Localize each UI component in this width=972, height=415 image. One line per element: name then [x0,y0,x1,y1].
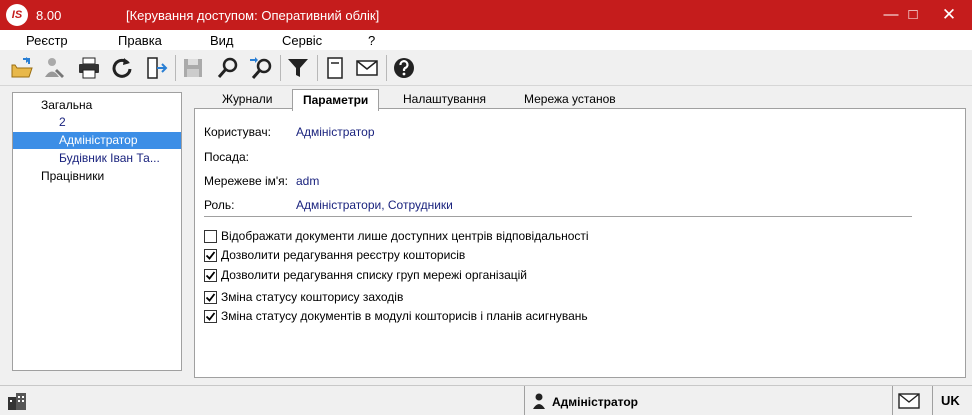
checkbox-label: Зміна статусу документів в модулі коштор… [221,309,588,323]
checkbox-label: Дозволити редагування реєстру кошторисів [221,248,466,262]
toolbar-separator [386,55,387,81]
position-label: Посада: [204,150,249,164]
checkbox-label: Дозволити редагування списку груп мережі… [221,268,528,282]
checkbox[interactable] [204,310,217,323]
checkbox[interactable] [204,269,217,282]
tree-item-workers[interactable]: Працівники [13,168,181,185]
menu-help[interactable]: ? [368,33,375,48]
maximize-button[interactable]: □ [898,0,928,30]
checkbox-label: Зміна статусу кошторису заходів [221,290,404,304]
section-divider [204,216,912,217]
print-icon[interactable] [76,55,102,81]
menu-edit[interactable]: Правка [118,33,162,48]
menu-service[interactable]: Сервіс [282,33,322,48]
tree-item-administrator[interactable]: Адміністратор [13,132,181,149]
access-tree: Загальна 2 Адміністратор Будівник Іван Т… [12,92,182,371]
tree-item-builder[interactable]: Будівник Іван Та... [13,150,181,167]
filter-icon[interactable] [285,55,311,81]
save-icon[interactable] [180,55,206,81]
user-label: Користувач: [204,125,271,139]
status-bar: Адміністратор UK [0,385,972,415]
mail-icon[interactable] [898,393,920,409]
toolbar-separator [317,55,318,81]
title-bar: IS 8.00 [Керування доступом: Оперативний… [0,0,972,30]
mail-icon[interactable] [354,55,380,81]
notes-icon[interactable] [322,55,348,81]
app-version: 8.00 [36,8,62,23]
search-icon[interactable] [215,55,241,81]
status-user: Адміністратор [552,395,639,409]
menu-bar: Реєстр Правка Вид Сервіс ? [0,30,972,50]
open-folder-icon[interactable] [9,55,35,81]
role-label: Роль: [204,198,235,212]
user-icon [532,393,546,409]
checkbox[interactable] [204,291,217,304]
checkbox-label: Відображати документи лише доступних цен… [221,229,589,243]
network-name-value: adm [296,174,320,188]
edit-user-icon[interactable] [42,55,68,81]
checkbox[interactable] [204,249,217,262]
close-button[interactable]: ✕ [926,0,972,30]
tab-journals[interactable]: Журнали [212,89,283,110]
tree-item-2[interactable]: 2 [13,114,181,131]
window-title: [Керування доступом: Оперативний облік] [126,8,380,23]
tab-settings[interactable]: Налаштування [393,89,496,110]
network-name-label: Мережеве ім'я: [204,174,289,188]
toolbar-separator [280,55,281,81]
checkbox[interactable] [204,230,217,243]
help-icon[interactable] [391,55,417,81]
tree-item-general[interactable]: Загальна [13,97,181,114]
toolbar [0,50,972,86]
tab-institution-network[interactable]: Мережа установ [514,89,626,110]
building-icon[interactable] [6,391,28,411]
tab-parameters[interactable]: Параметри [292,89,380,111]
menu-registry[interactable]: Реєстр [26,33,68,48]
role-value: Адміністратори, Сотрудники [296,198,453,212]
user-value: Адміністратор [296,125,375,139]
app-logo: IS [6,4,28,26]
exit-icon[interactable] [143,55,169,81]
refresh-icon[interactable] [109,55,135,81]
language-indicator[interactable]: UK [941,393,960,408]
toolbar-separator [175,55,176,81]
menu-view[interactable]: Вид [210,33,234,48]
search-next-icon[interactable] [248,55,274,81]
